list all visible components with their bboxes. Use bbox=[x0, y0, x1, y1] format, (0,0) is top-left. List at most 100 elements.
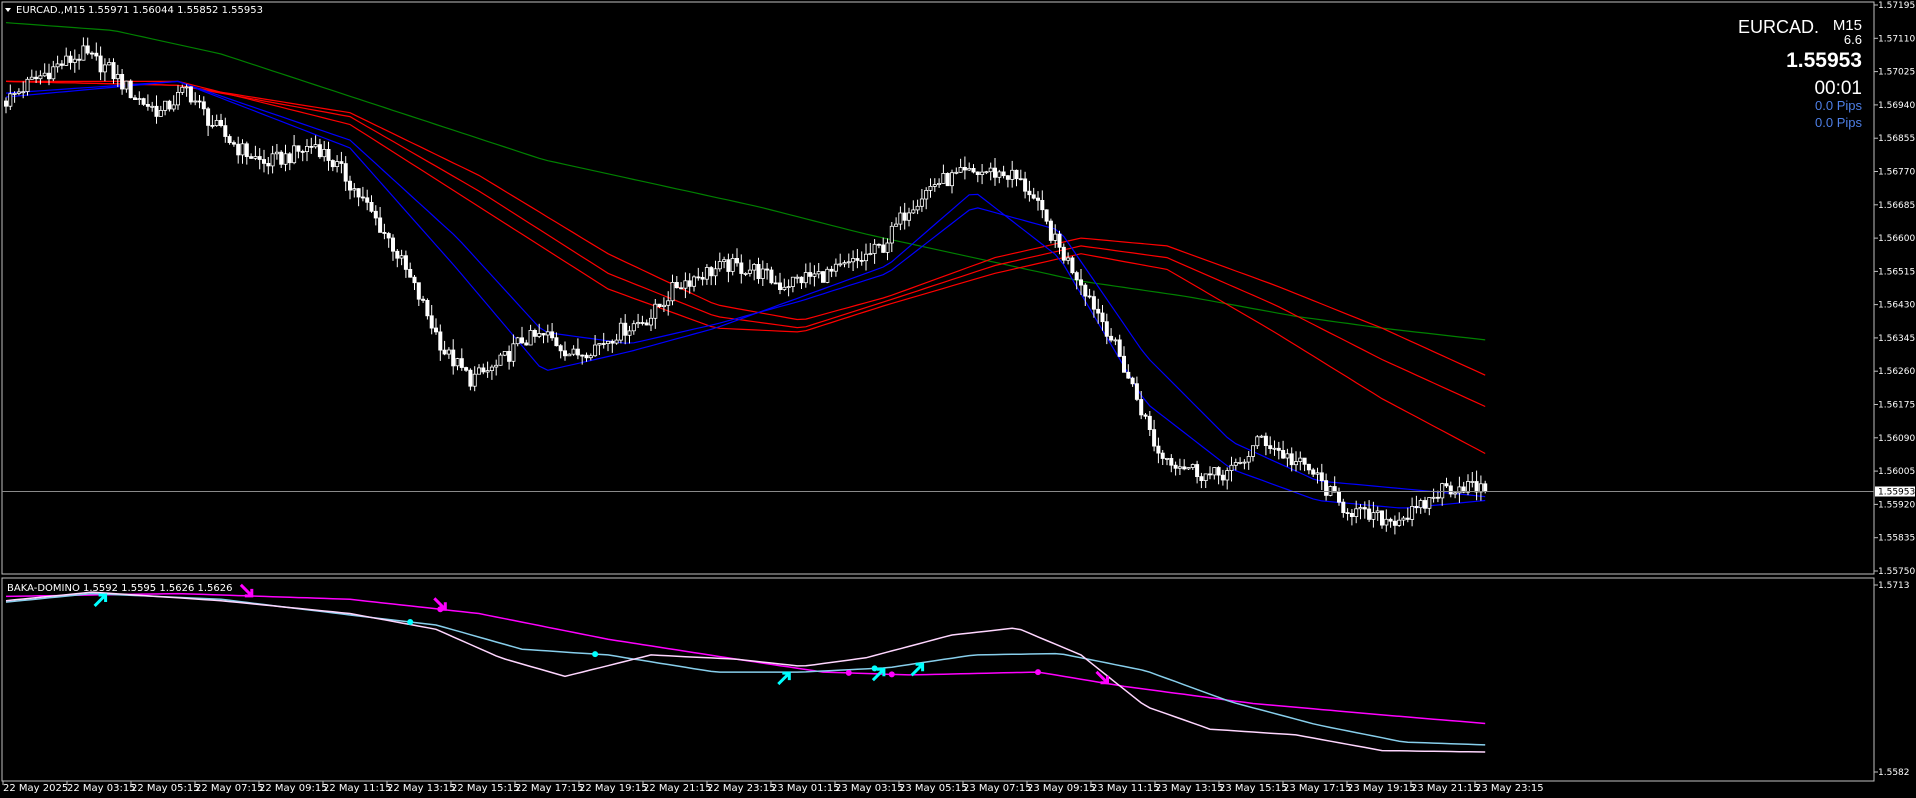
candle-body bbox=[855, 258, 860, 261]
indicator-panel[interactable] bbox=[1, 577, 1875, 782]
candle-body bbox=[760, 268, 765, 279]
price-tick-label: 1.56600 bbox=[1878, 234, 1915, 244]
time-tick-label: 22 May 23:15 bbox=[707, 783, 776, 794]
candle-body bbox=[197, 100, 202, 103]
time-tick-label: 22 May 17:15 bbox=[515, 783, 584, 794]
candle-body bbox=[1053, 233, 1058, 241]
signal-dot-cyan bbox=[592, 651, 599, 658]
time-tick-label: 22 May 09:15 bbox=[259, 783, 328, 794]
arrow-down-icon bbox=[1095, 670, 1109, 685]
chart-window[interactable]: 1.57195 1.57110 1.57025 1.56940 1.56855 1.567… bbox=[0, 0, 1916, 798]
main-panel-frame bbox=[1, 1, 1875, 575]
info-spread: 6.6 bbox=[1844, 32, 1862, 47]
candle-body bbox=[1233, 462, 1238, 466]
candle-body bbox=[1130, 377, 1135, 385]
signal-dot-cyan bbox=[871, 665, 878, 672]
candle-body bbox=[674, 281, 679, 289]
time-tick-label: 22 May 2025 bbox=[3, 783, 68, 794]
candle-body bbox=[90, 52, 95, 55]
candle-body bbox=[1229, 464, 1234, 471]
price-tick-label: 1.56345 bbox=[1878, 334, 1915, 344]
candle-body bbox=[266, 162, 271, 167]
candle-body bbox=[360, 196, 365, 199]
candle-body bbox=[524, 342, 529, 346]
candle-body bbox=[244, 143, 249, 158]
time-tick-label: 22 May 11:15 bbox=[323, 783, 392, 794]
candle-body bbox=[679, 287, 684, 290]
candle-body bbox=[739, 262, 744, 274]
price-scale[interactable]: 1.57195 1.57110 1.57025 1.56940 1.56855 1.567… bbox=[1874, 1, 1915, 778]
moving-average-line bbox=[5, 80, 1486, 509]
candle-body bbox=[1109, 335, 1114, 341]
candle-body bbox=[154, 105, 159, 117]
candle-body bbox=[588, 355, 593, 359]
indicator-layer bbox=[5, 583, 1486, 753]
candle-body bbox=[1474, 481, 1479, 493]
candle-body bbox=[257, 156, 262, 160]
candle-body bbox=[515, 337, 520, 345]
candle-body bbox=[270, 153, 275, 167]
candle-body bbox=[756, 263, 761, 279]
candle-body bbox=[68, 55, 73, 63]
candle-body bbox=[1001, 171, 1006, 177]
candle-body bbox=[365, 197, 370, 203]
candle-body bbox=[1397, 519, 1402, 526]
time-tick-label: 22 May 15:15 bbox=[451, 783, 520, 794]
candle-body bbox=[808, 272, 813, 277]
candle-body bbox=[25, 78, 30, 93]
candle-body bbox=[1259, 435, 1264, 438]
candle-body bbox=[51, 66, 56, 80]
candle-body bbox=[1354, 508, 1359, 517]
candle-body bbox=[1435, 496, 1440, 499]
candle-body bbox=[1156, 445, 1161, 454]
triangle-down-icon[interactable] bbox=[5, 8, 11, 12]
candle-body bbox=[137, 98, 142, 100]
candle-body bbox=[274, 151, 279, 155]
candle-body bbox=[1225, 470, 1230, 481]
candle-body bbox=[1199, 476, 1204, 482]
candle-body bbox=[709, 267, 714, 277]
candle-body bbox=[1448, 485, 1453, 495]
candle-body bbox=[223, 125, 228, 137]
candle-body bbox=[1427, 497, 1432, 509]
candle-body bbox=[924, 189, 929, 200]
candle-body bbox=[180, 86, 185, 93]
candle-body bbox=[1380, 510, 1385, 526]
price-tick-label: 1.57110 bbox=[1878, 34, 1915, 44]
time-scale[interactable]: 22 May 202522 May 03:1522 May 05:1522 Ma… bbox=[2, 781, 1544, 794]
moving-average-line bbox=[5, 22, 1486, 341]
candle-body bbox=[1328, 486, 1333, 496]
main-panel[interactable] bbox=[1, 1, 1875, 575]
candle-body bbox=[184, 86, 189, 89]
candle-body bbox=[580, 354, 585, 357]
candle-body bbox=[416, 282, 421, 300]
candle-body bbox=[1203, 473, 1208, 481]
candle-body bbox=[1177, 466, 1182, 469]
candle-body bbox=[833, 263, 838, 272]
candle-body bbox=[1126, 371, 1131, 379]
candle-body bbox=[1371, 512, 1376, 520]
candle-body bbox=[528, 329, 533, 346]
time-tick-label: 23 May 15:15 bbox=[1219, 783, 1288, 794]
candle-body bbox=[102, 64, 107, 73]
candle-body bbox=[928, 185, 933, 191]
arrow-up-icon bbox=[910, 662, 925, 677]
candle-body bbox=[670, 281, 675, 302]
candle-body bbox=[1392, 520, 1397, 526]
candle-body bbox=[511, 343, 516, 362]
candle-body bbox=[64, 55, 69, 66]
time-tick-label: 23 May 05:15 bbox=[899, 783, 968, 794]
price-tick-label: 1.56940 bbox=[1878, 101, 1915, 111]
candle-body bbox=[1079, 279, 1084, 286]
candle-body bbox=[984, 171, 989, 174]
candle-body bbox=[1134, 383, 1139, 400]
price-tick-label: 1.56430 bbox=[1878, 301, 1915, 311]
candle-body bbox=[1289, 453, 1294, 466]
candle-body bbox=[287, 153, 292, 164]
candle-body bbox=[1169, 457, 1174, 466]
candle-body bbox=[464, 367, 469, 371]
candle-body bbox=[1036, 197, 1041, 201]
candle-body bbox=[1478, 483, 1483, 493]
candle-body bbox=[1444, 483, 1449, 487]
chart-header: EURCAD.,M15 1.55971 1.56044 1.55852 1.55… bbox=[5, 5, 263, 16]
